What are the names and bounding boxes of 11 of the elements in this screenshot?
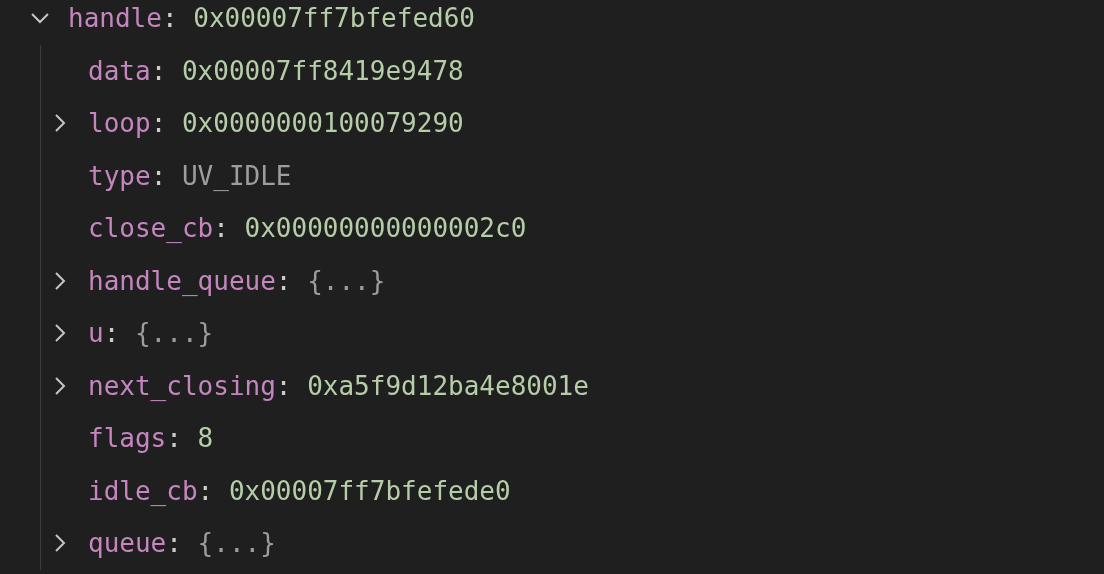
variable-entry[interactable]: queue: {...} (88, 528, 276, 559)
variable-entry[interactable]: u: {...} (88, 318, 214, 349)
variable-entry[interactable]: handle: 0x00007ff7bfefed60 (68, 3, 475, 34)
variable-entry[interactable]: next_closing: 0xa5f9d12ba4e8001e (88, 370, 589, 401)
variable-entry[interactable]: data: 0x00007ff8419e9478 (88, 55, 464, 86)
variable-entry[interactable]: close_cb: 0x00000000000002c0 (88, 213, 527, 244)
variable-entry[interactable]: idle_cb: 0x00007ff7bfefede0 (88, 475, 511, 506)
variable-entry[interactable]: handle_queue: {...} (88, 265, 386, 296)
variable-entry[interactable]: flags: 8 (88, 423, 214, 454)
variable-entry[interactable]: loop: 0x0000000100079290 (88, 108, 464, 139)
variable-entry[interactable]: type: UV_IDLE (88, 160, 292, 191)
